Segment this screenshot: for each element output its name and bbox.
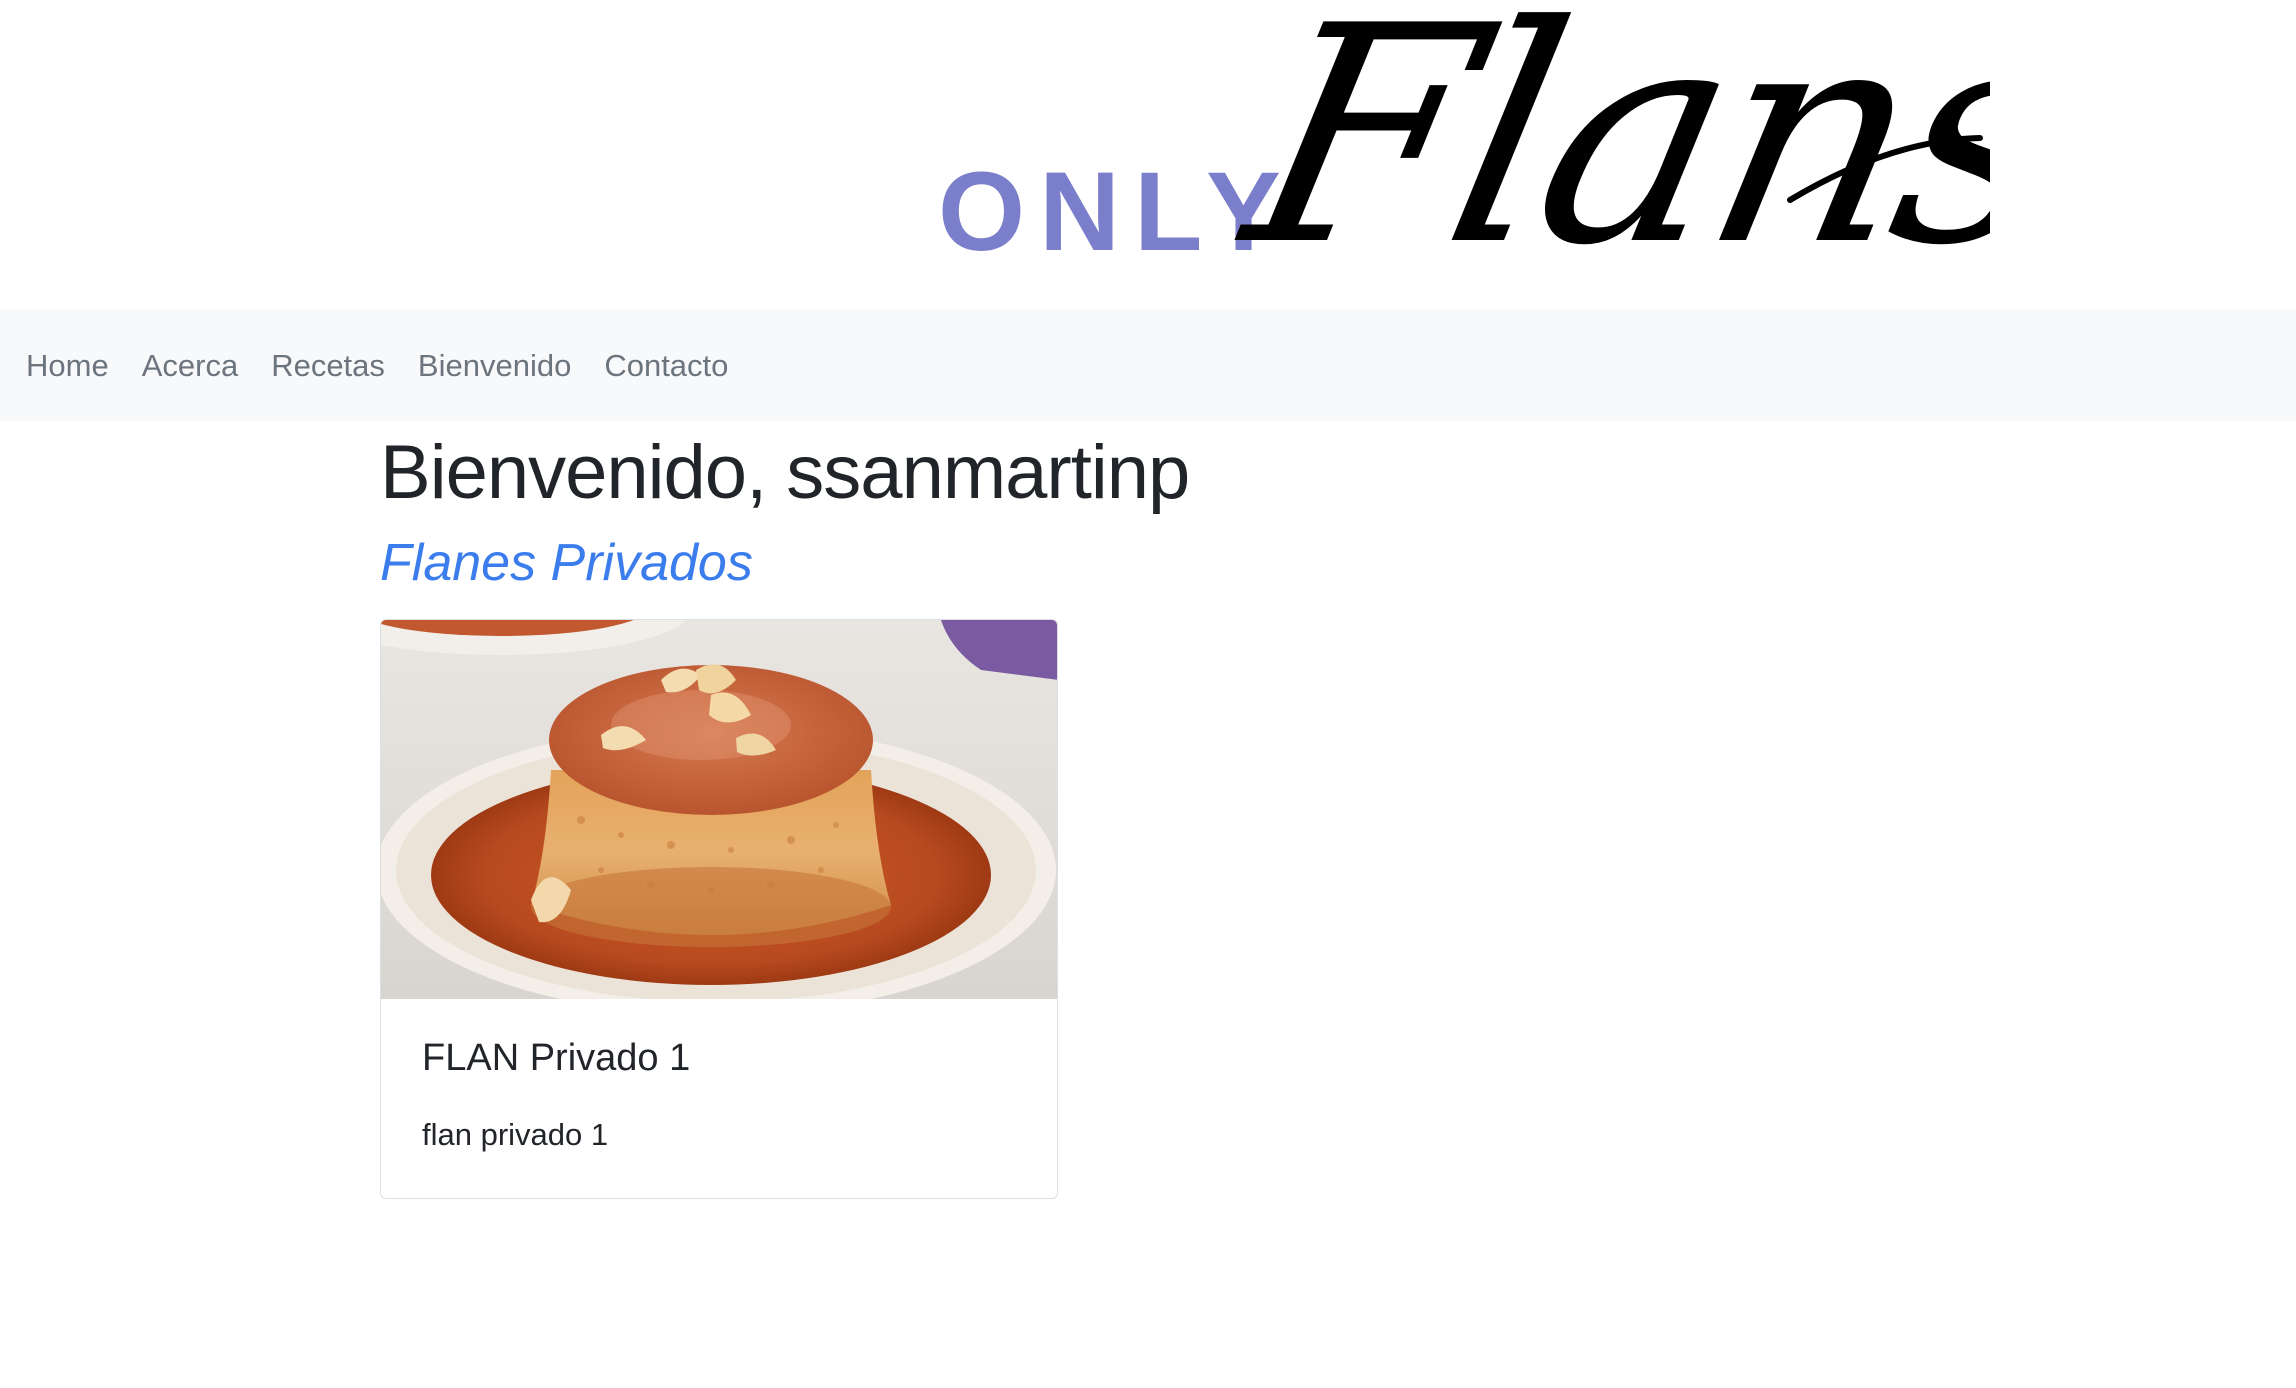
welcome-heading: Bienvenido, ssanmartinp [380,430,1190,515]
logo-script: Flans [1219,0,1990,300]
nav-list: Home Acerca Recetas Bienvenido Contacto [26,310,761,421]
nav-link-acerca[interactable]: Acerca [142,348,238,384]
nav-link-bienvenido[interactable]: Bienvenido [418,348,571,384]
flan-photo [381,620,1057,999]
site-header: ONLY Flans [0,0,2296,310]
card-title: FLAN Privado 1 [422,1037,691,1079]
flan-card[interactable]: FLAN Privado 1 flan privado 1 [380,619,1058,1199]
nav-link-recetas[interactable]: Recetas [271,348,385,384]
nav-link-contacto[interactable]: Contacto [604,348,728,384]
navbar: Home Acerca Recetas Bienvenido Contacto [0,310,2296,421]
card-text: flan privado 1 [422,1117,609,1152]
page: ONLY Flans Home Acerca Recetas Bienvenid… [0,0,2296,1388]
section-title: Flanes Privados [380,534,753,592]
site-logo[interactable]: ONLY Flans [930,0,1990,300]
nav-link-home[interactable]: Home [26,348,109,384]
